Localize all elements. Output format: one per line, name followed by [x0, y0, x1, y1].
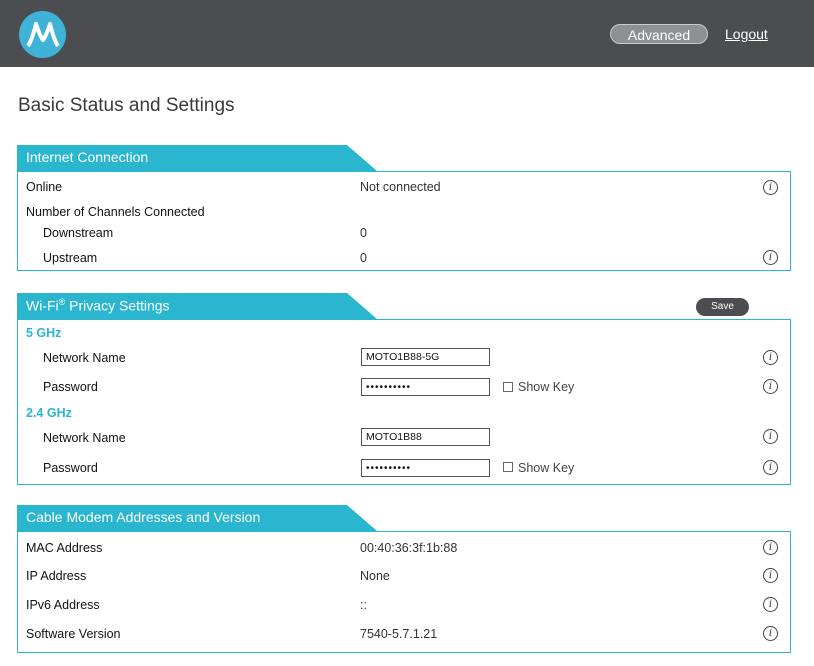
top-bar: Advanced Logout [0, 0, 814, 67]
show-key-label: Show Key [518, 380, 575, 394]
section-title: Cable Modem Addresses and Version [26, 509, 261, 525]
motorola-m-icon [25, 21, 60, 47]
mac-address-label: MAC Address [26, 541, 103, 555]
ip-address-value: None [360, 569, 390, 583]
software-version-label: Software Version [26, 627, 121, 641]
internet-connection-section: Internet Connection Online Not connected… [17, 145, 791, 271]
show-key-24ghz-checkbox[interactable] [503, 462, 513, 472]
wifi-privacy-section: Wi-Fi® Privacy Settings 5 GHz Network Na… [17, 293, 791, 485]
password-24ghz-input[interactable] [361, 459, 490, 477]
info-icon[interactable]: i [763, 180, 778, 195]
wifi-title-suffix: Privacy Settings [65, 297, 170, 314]
info-icon[interactable]: i [763, 350, 778, 365]
section-title: Internet Connection [26, 149, 149, 165]
cable-modem-section: Cable Modem Addresses and Version MAC Ad… [17, 505, 791, 653]
show-key-5ghz-checkbox[interactable] [503, 382, 513, 392]
logout-link[interactable]: Logout [725, 24, 768, 44]
network-name-label: Network Name [43, 351, 126, 365]
band-5ghz-label: 5 GHz [26, 326, 62, 340]
info-icon[interactable]: i [763, 597, 778, 612]
password-label: Password [43, 461, 98, 475]
page-title: Basic Status and Settings [18, 95, 235, 116]
save-button[interactable]: Save [696, 298, 749, 316]
online-label: Online [26, 180, 63, 194]
info-icon[interactable]: i [763, 626, 778, 641]
password-label: Password [43, 380, 98, 394]
software-version-value: 7540-5.7.1.21 [360, 627, 438, 641]
online-value: Not connected [360, 180, 441, 194]
channels-label: Number of Channels Connected [26, 205, 205, 219]
network-name-label: Network Name [43, 431, 126, 445]
advanced-button[interactable]: Advanced [610, 24, 708, 44]
info-icon[interactable]: i [763, 540, 778, 555]
upstream-value: 0 [360, 251, 367, 265]
info-icon[interactable]: i [763, 568, 778, 583]
section-title: Wi-Fi® Privacy Settings [26, 297, 170, 314]
wifi-title: Wi-Fi [26, 297, 59, 314]
info-icon[interactable]: i [763, 379, 778, 394]
network-name-5ghz-input[interactable] [361, 348, 490, 366]
ip-address-label: IP Address [26, 569, 87, 583]
upstream-label: Upstream [43, 251, 98, 265]
show-key-label: Show Key [518, 461, 575, 475]
band-24ghz-label: 2.4 GHz [26, 406, 72, 420]
motorola-logo[interactable] [19, 11, 66, 58]
network-name-24ghz-input[interactable] [361, 428, 490, 446]
info-icon[interactable]: i [763, 250, 778, 265]
password-5ghz-input[interactable] [361, 378, 490, 396]
info-icon[interactable]: i [763, 429, 778, 444]
info-icon[interactable]: i [763, 460, 778, 475]
downstream-label: Downstream [43, 226, 114, 240]
downstream-value: 0 [360, 226, 367, 240]
ipv6-address-value: :: [360, 598, 367, 612]
ipv6-address-label: IPv6 Address [26, 598, 100, 612]
mac-address-value: 00:40:36:3f:1b:88 [360, 541, 458, 555]
